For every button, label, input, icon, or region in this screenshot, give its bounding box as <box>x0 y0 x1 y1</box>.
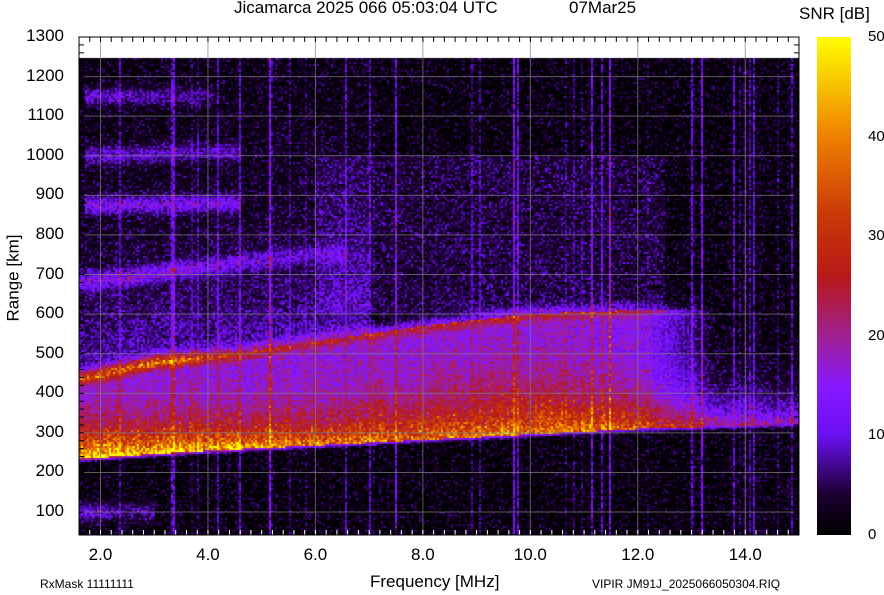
y-tick-label: 400 <box>35 382 64 402</box>
x-tick-label: 2.0 <box>88 545 113 564</box>
colorbar-tick-label: 20 <box>868 326 884 344</box>
y-tick-label: 100 <box>35 501 64 521</box>
colorbar-tick-label: 40 <box>868 127 884 145</box>
x-tick-label: 6.0 <box>303 545 328 564</box>
colorbar-tick-label: 50 <box>868 28 884 45</box>
colorbar-tick-label: 10 <box>868 426 884 444</box>
plot-overlay <box>78 36 800 536</box>
x-tick-label: 14.0 <box>728 545 762 564</box>
x-axis-label: Frequency [MHz] <box>370 572 500 591</box>
x-tick-label: 4.0 <box>196 545 220 564</box>
y-tick-label: 1000 <box>26 144 64 164</box>
x-tick-label: 8.0 <box>411 545 435 564</box>
x-tick-label: 10.0 <box>513 545 547 564</box>
plot-frame <box>78 36 800 536</box>
y-tick-label: 300 <box>35 421 64 441</box>
colorbar-tick-label: 0 <box>868 526 877 543</box>
y-tick-label: 1200 <box>26 65 64 85</box>
y-tick-label: 200 <box>35 461 64 481</box>
y-tick-label: 1100 <box>27 105 64 125</box>
rxmask-label: RxMask 11111111 <box>40 577 134 591</box>
colorbar-tick-label: 30 <box>868 227 884 245</box>
colorbar <box>817 37 851 535</box>
x-tick-label: 12.0 <box>621 545 655 564</box>
file-label: VIPIR JM91J_2025066050304.RIQ <box>592 577 781 591</box>
y-tick-label: 500 <box>35 342 64 362</box>
y-tick-label: 900 <box>35 184 64 204</box>
y-tick-label: 1300 <box>26 26 64 45</box>
y-axis-label: Range [km] <box>3 234 23 322</box>
